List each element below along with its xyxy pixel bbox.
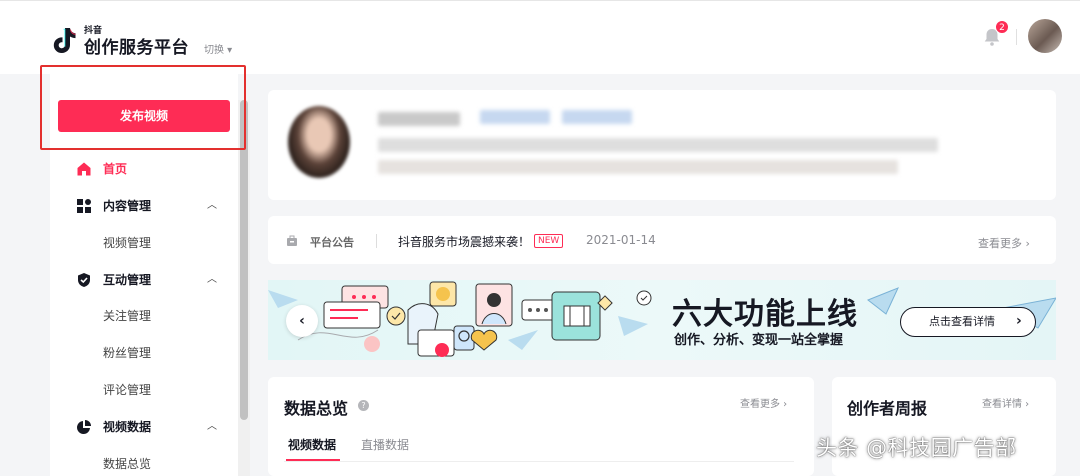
shield-icon	[78, 273, 90, 287]
weekly-report-detail-link[interactable]: 查看详情 ›	[982, 395, 1029, 410]
announcement-divider	[376, 234, 377, 248]
chevron-up-icon[interactable]: ︿	[207, 270, 217, 290]
profile-bio-blurred	[378, 160, 898, 174]
data-overview-more-link[interactable]: 查看更多 ›	[740, 395, 787, 410]
announcement-icon	[287, 235, 297, 246]
notification-badge: 2	[995, 20, 1009, 34]
sidebar-subitem-video-management[interactable]: 视频管理	[103, 233, 151, 253]
banner-subtitle: 创作、分析、变现一站全掌握	[674, 333, 844, 348]
top-header: 抖音 创作服务平台 切换 ▾ 2	[0, 0, 1080, 74]
sidebar-subitem-comment-management[interactable]: 评论管理	[103, 380, 151, 400]
chevron-right-icon[interactable]: ›	[1016, 313, 1022, 329]
profile-tag-blurred	[480, 110, 550, 124]
watermark-text: 头条 @科技园广告部	[816, 436, 1017, 460]
sidebar-item-content-management[interactable]: 内容管理 ︿	[76, 196, 226, 216]
help-icon[interactable]: ?	[358, 400, 369, 411]
weekly-report-title: 创作者周报	[847, 399, 928, 418]
tab-video-data[interactable]: 视频数据	[288, 436, 336, 453]
sidebar-item-label: 内容管理	[103, 199, 152, 213]
new-badge: NEW	[534, 234, 564, 248]
profile-name-blurred	[378, 112, 460, 126]
logo-title: 创作服务平台	[84, 38, 189, 58]
banner-prev-button[interactable]: ‹	[286, 305, 318, 337]
publish-video-button[interactable]: 发布视频	[58, 100, 230, 132]
switch-platform-dropdown[interactable]: 切换 ▾	[204, 41, 232, 56]
sidebar-subitem-data-overview[interactable]: 数据总览	[103, 454, 151, 474]
profile-tag-blurred	[562, 110, 632, 124]
announcement-link[interactable]: 抖音服务市场震撼来袭！	[398, 233, 530, 250]
chevron-up-icon[interactable]: ︿	[207, 417, 217, 437]
profile-avatar	[288, 106, 350, 178]
tab-baseline	[284, 461, 794, 462]
tab-live-data[interactable]: 直播数据	[361, 436, 409, 453]
announcement-bar	[268, 216, 1056, 264]
sidebar-item-home[interactable]: 首页	[76, 159, 226, 179]
more-label: 查看详情	[982, 399, 1022, 410]
sidebar-item-label: 互动管理	[103, 273, 152, 287]
announcement-label: 平台公告	[310, 236, 354, 249]
header-divider	[1016, 29, 1017, 45]
sidebar-item-label: 视频数据	[103, 420, 152, 434]
grid-icon	[77, 199, 91, 213]
home-icon	[77, 162, 91, 176]
pie-chart-icon	[77, 420, 91, 434]
user-avatar[interactable]	[1028, 19, 1062, 53]
sidebar-item-interaction-management[interactable]: 互动管理 ︿	[76, 270, 226, 290]
announcement-more-link[interactable]: 查看更多 ›	[978, 235, 1030, 251]
sidebar-item-label: 首页	[103, 162, 128, 176]
banner-title: 六大功能上线	[672, 297, 858, 332]
active-tab-indicator	[286, 459, 340, 461]
announcement-date: 2021-01-14	[586, 233, 656, 247]
more-label: 查看更多	[978, 237, 1022, 250]
sidebar-item-video-data[interactable]: 视频数据 ︿	[76, 417, 226, 437]
sidebar-subitem-fan-management[interactable]: 粉丝管理	[103, 343, 151, 363]
chevron-left-icon: ‹	[299, 313, 305, 329]
more-label: 查看更多	[740, 399, 780, 410]
profile-stats-blurred	[378, 138, 938, 152]
douyin-logo-icon[interactable]	[48, 25, 78, 55]
chevron-up-icon[interactable]: ︿	[207, 196, 217, 216]
data-overview-title: 数据总览	[284, 399, 349, 418]
sidebar-subitem-follow-management[interactable]: 关注管理	[103, 306, 151, 326]
